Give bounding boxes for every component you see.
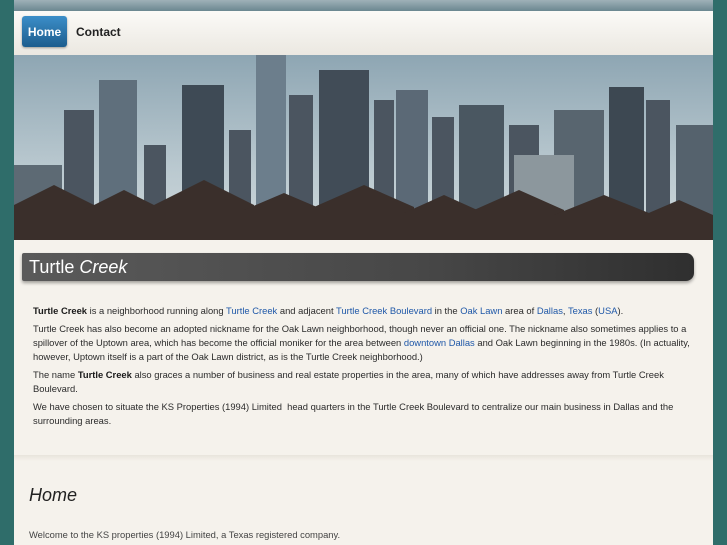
text: area of xyxy=(502,305,537,316)
text: The name xyxy=(33,369,78,380)
title-part-2: Creek xyxy=(79,257,128,277)
section-title-bar: Turtle Creek xyxy=(22,253,694,281)
section-title: Turtle Creek xyxy=(29,257,127,278)
paragraph-4: We have chosen to situate the KS Propert… xyxy=(33,401,676,426)
article-content: Turtle Creek is a neighborhood running a… xyxy=(33,304,695,432)
section-divider xyxy=(14,455,713,461)
paragraph-2: Turtle Creek has also become an adopted … xyxy=(33,322,695,364)
welcome-text: Welcome to the KS properties (1994) Limi… xyxy=(29,529,341,540)
top-strip xyxy=(14,0,713,11)
paragraph-3: The name Turtle Creek also graces a numb… xyxy=(33,368,695,396)
link-usa[interactable]: USA xyxy=(598,305,617,316)
text: is a neighborhood running along xyxy=(87,305,227,316)
text: in the xyxy=(432,305,461,316)
paragraph-1: Turtle Creek is a neighborhood running a… xyxy=(33,304,695,318)
home-heading: Home xyxy=(29,485,78,505)
link-turtle-creek-boulevard[interactable]: Turtle Creek Boulevard xyxy=(336,305,432,316)
nav-contact-link[interactable]: Contact xyxy=(76,16,121,47)
link-dallas[interactable]: Dallas xyxy=(537,305,563,316)
link-turtle-creek[interactable]: Turtle Creek xyxy=(226,305,277,316)
link-downtown-dallas[interactable]: downtown Dallas xyxy=(404,337,475,348)
link-oak-lawn[interactable]: Oak Lawn xyxy=(460,305,502,316)
title-part-1: Turtle xyxy=(29,257,75,277)
text: ). xyxy=(617,305,624,316)
bold-text: Turtle Creek xyxy=(77,369,132,380)
main-navigation: Home Contact xyxy=(14,11,713,56)
bold-text: Turtle Creek xyxy=(33,305,88,316)
nav-home-link[interactable]: Home xyxy=(22,16,67,47)
city-skyline-image xyxy=(14,55,713,240)
link-texas[interactable]: Texas xyxy=(568,305,593,316)
text: and adjacent xyxy=(277,305,336,316)
